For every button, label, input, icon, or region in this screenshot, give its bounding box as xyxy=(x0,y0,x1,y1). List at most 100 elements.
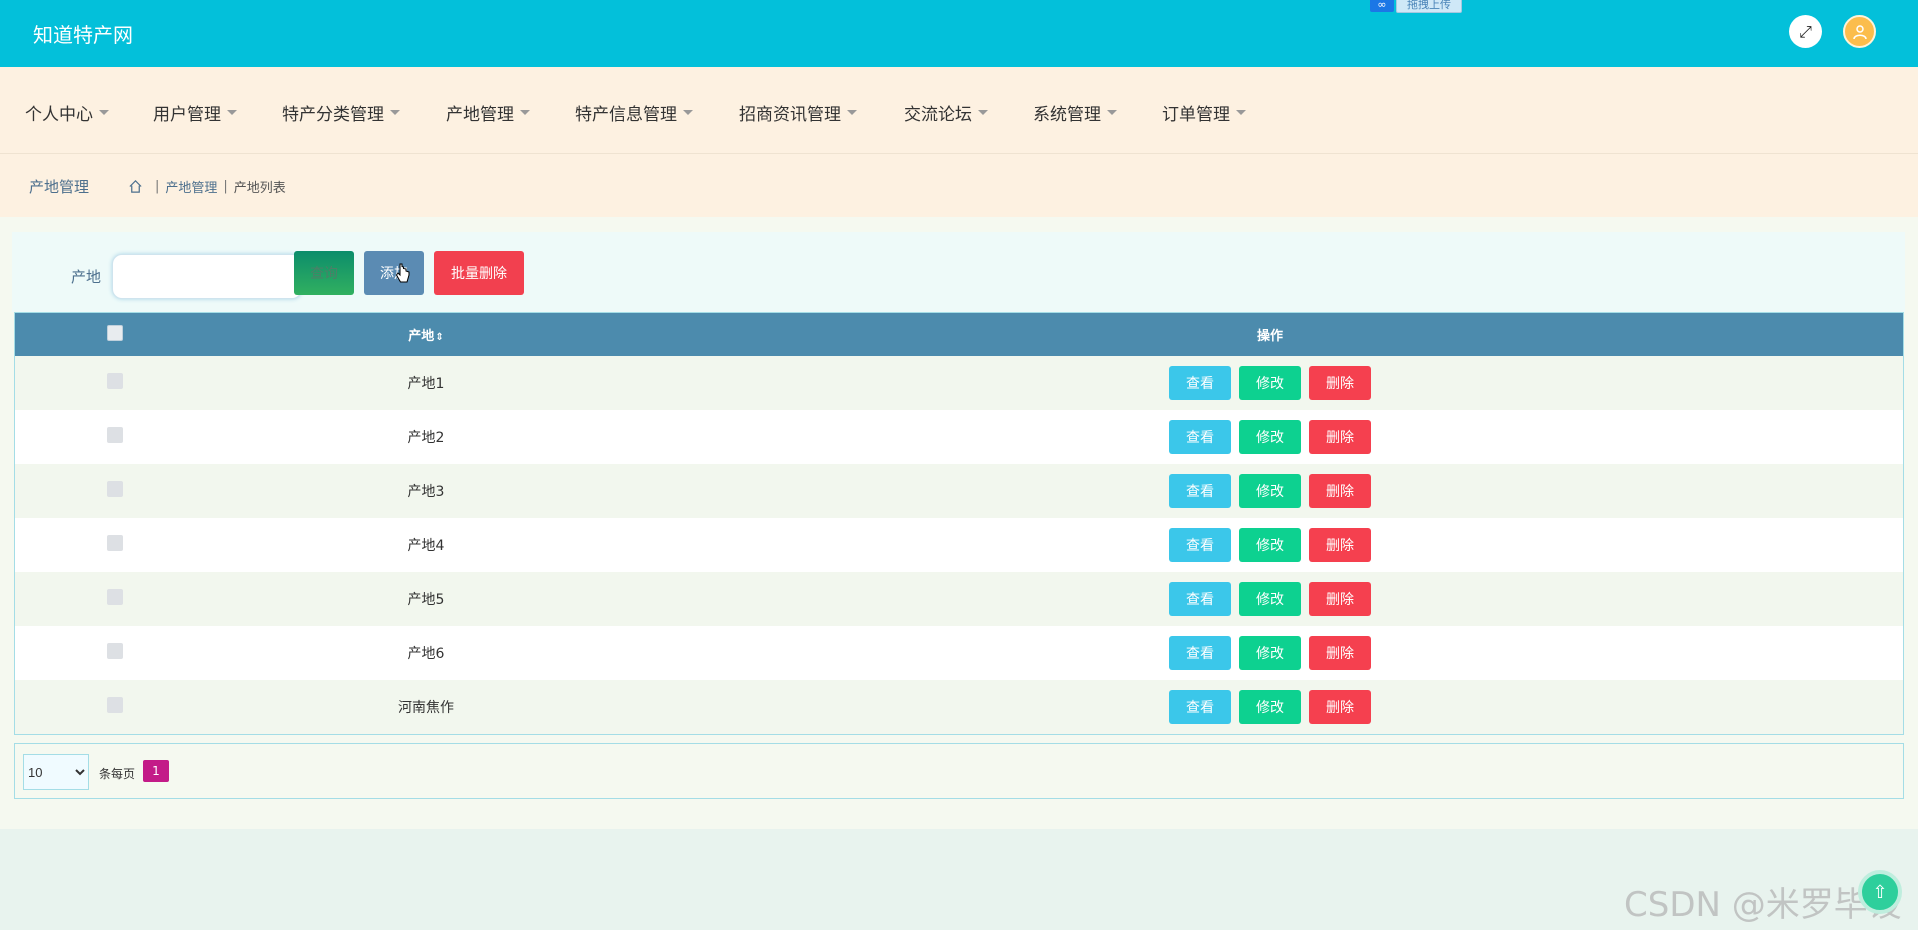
row-checkbox[interactable] xyxy=(107,373,123,389)
nav-item-product-info-management[interactable]: 特产信息管理 xyxy=(575,100,693,125)
view-button[interactable]: 查看 xyxy=(1169,474,1231,508)
nav-label: 交流论坛 xyxy=(904,105,972,125)
caret-down-icon xyxy=(520,110,530,115)
caret-down-icon xyxy=(390,110,400,115)
origin-search-input[interactable] xyxy=(112,254,302,299)
batch-delete-button[interactable]: 批量删除 xyxy=(434,251,524,295)
pointer-cursor-icon xyxy=(395,263,410,283)
nav-item-user-management[interactable]: 用户管理 xyxy=(153,100,237,125)
add-button[interactable]: 添加 xyxy=(364,251,424,295)
origin-name: 河南焦作 xyxy=(398,700,454,716)
edit-button[interactable]: 修改 xyxy=(1239,474,1301,508)
delete-button[interactable]: 删除 xyxy=(1309,528,1371,562)
edit-button[interactable]: 修改 xyxy=(1239,636,1301,670)
edit-button[interactable]: 修改 xyxy=(1239,690,1301,724)
edit-button[interactable]: 修改 xyxy=(1239,582,1301,616)
breadcrumb-item[interactable]: 产地管理 xyxy=(165,177,217,196)
row-checkbox[interactable] xyxy=(107,589,123,605)
back-to-top-button[interactable]: ⇧ xyxy=(1858,870,1902,914)
breadcrumb-separator: | xyxy=(223,179,228,194)
table-header-row: 产地⇕ 操作 xyxy=(15,313,1903,356)
nav-item-forum[interactable]: 交流论坛 xyxy=(904,100,988,125)
nav-label: 个人中心 xyxy=(25,105,93,125)
row-checkbox[interactable] xyxy=(107,481,123,497)
top-header: 知道特产网 ∞ 拖拽上传 ⤢ xyxy=(0,0,1918,67)
nav-label: 订单管理 xyxy=(1162,105,1230,125)
origin-table: 产地⇕ 操作 产地1 查看 修改 删除 产地2 查看 修改 删除 产地3 查看 修改 删除 xyxy=(14,312,1904,735)
edit-button[interactable]: 修改 xyxy=(1239,420,1301,454)
caret-down-icon xyxy=(1107,110,1117,115)
table-row: 产地4 查看 修改 删除 xyxy=(15,518,1903,572)
nav-item-order-management[interactable]: 订单管理 xyxy=(1162,100,1246,125)
delete-button[interactable]: 删除 xyxy=(1309,690,1371,724)
drag-upload-badge[interactable]: ∞ 拖拽上传 xyxy=(1370,0,1462,14)
nav-item-personal-center[interactable]: 个人中心 xyxy=(25,100,109,125)
page-number-active[interactable]: 1 xyxy=(143,760,169,782)
delete-button[interactable]: 删除 xyxy=(1309,420,1371,454)
user-avatar-button[interactable] xyxy=(1843,15,1876,48)
view-button[interactable]: 查看 xyxy=(1169,690,1231,724)
nav-label: 用户管理 xyxy=(153,105,221,125)
origin-search-label: 产地 xyxy=(71,268,102,286)
edit-button[interactable]: 修改 xyxy=(1239,528,1301,562)
column-label: 产地 xyxy=(408,329,435,344)
origin-name: 产地1 xyxy=(407,376,445,392)
drag-upload-label: 拖拽上传 xyxy=(1396,0,1462,13)
view-button[interactable]: 查看 xyxy=(1169,420,1231,454)
nav-item-category-management[interactable]: 特产分类管理 xyxy=(282,100,400,125)
origin-name: 产地3 xyxy=(407,484,445,500)
breadcrumb-item: 产地列表 xyxy=(233,181,286,196)
delete-button[interactable]: 删除 xyxy=(1309,366,1371,400)
edit-button[interactable]: 修改 xyxy=(1239,366,1301,400)
nav-label: 产地管理 xyxy=(446,105,514,125)
caret-down-icon xyxy=(1236,110,1246,115)
nav-label: 招商资讯管理 xyxy=(739,105,841,125)
origin-column-header[interactable]: 产地⇕ xyxy=(215,313,637,356)
origin-name: 产地4 xyxy=(407,538,445,554)
row-checkbox[interactable] xyxy=(107,427,123,443)
caret-down-icon xyxy=(99,110,109,115)
link-icon: ∞ xyxy=(1370,0,1394,12)
caret-down-icon xyxy=(978,110,988,115)
origin-name: 产地6 xyxy=(407,646,445,662)
caret-down-icon xyxy=(847,110,857,115)
nav-item-investment-news[interactable]: 招商资讯管理 xyxy=(739,100,857,125)
nav-item-origin-management[interactable]: 产地管理 xyxy=(446,100,530,125)
arrow-up-icon: ⇧ xyxy=(1872,881,1888,903)
view-button[interactable]: 查看 xyxy=(1169,582,1231,616)
select-all-checkbox[interactable] xyxy=(107,324,123,341)
nav-item-system-management[interactable]: 系统管理 xyxy=(1033,100,1117,125)
row-checkbox[interactable] xyxy=(107,697,123,713)
table-row: 产地3 查看 修改 删除 xyxy=(15,464,1903,518)
pagination: 10 20 50 条每页 1 xyxy=(14,743,1904,799)
expand-icon: ⤢ xyxy=(1799,21,1812,41)
delete-button[interactable]: 删除 xyxy=(1309,474,1371,508)
caret-down-icon xyxy=(227,110,237,115)
select-all-cell xyxy=(15,313,215,356)
row-checkbox[interactable] xyxy=(107,535,123,551)
page-title: 产地管理 xyxy=(29,178,90,196)
breadcrumb: | 产地管理 | 产地列表 xyxy=(128,177,286,196)
breadcrumb-bar: 产地管理 | 产地管理 | 产地列表 xyxy=(0,154,1918,217)
home-icon[interactable] xyxy=(128,179,143,194)
delete-button[interactable]: 删除 xyxy=(1309,636,1371,670)
site-brand: 知道特产网 xyxy=(33,23,133,47)
page-size-select[interactable]: 10 20 50 xyxy=(23,754,89,790)
caret-down-icon xyxy=(683,110,693,115)
view-button[interactable]: 查看 xyxy=(1169,528,1231,562)
fullscreen-button[interactable]: ⤢ xyxy=(1789,15,1822,48)
origin-name: 产地2 xyxy=(407,430,445,446)
view-button[interactable]: 查看 xyxy=(1169,636,1231,670)
delete-button[interactable]: 删除 xyxy=(1309,582,1371,616)
table-row: 产地6 查看 修改 删除 xyxy=(15,626,1903,680)
nav-label: 系统管理 xyxy=(1033,105,1101,125)
row-checkbox[interactable] xyxy=(107,643,123,659)
table-row: 产地1 查看 修改 删除 xyxy=(15,356,1903,410)
breadcrumb-separator: | xyxy=(155,179,160,194)
nav-label: 特产分类管理 xyxy=(282,105,384,125)
ops-column-header: 操作 xyxy=(1256,329,1283,344)
per-page-label: 条每页 xyxy=(99,767,136,781)
main-nav: 个人中心 用户管理 特产分类管理 产地管理 特产信息管理 招商资讯管理 交流论坛… xyxy=(0,67,1918,154)
query-button[interactable]: 查询 xyxy=(294,251,354,295)
view-button[interactable]: 查看 xyxy=(1169,366,1231,400)
